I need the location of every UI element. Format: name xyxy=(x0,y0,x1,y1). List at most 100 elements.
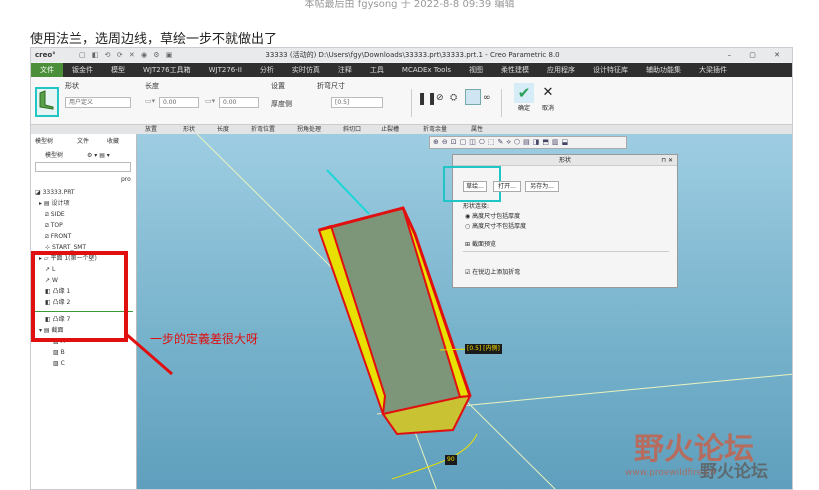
tree-item-design[interactable]: ▸ ▤ 设计项 xyxy=(39,198,70,209)
tree-tab-model[interactable]: 模型树 xyxy=(35,136,53,147)
shape-select[interactable]: 用户定义 xyxy=(65,97,131,108)
menu-model[interactable]: 模型 xyxy=(102,63,134,77)
menu-annotate[interactable]: 注释 xyxy=(329,63,361,77)
bend-dimension-tag: [内侧] xyxy=(483,345,500,352)
shape-label: 形状 xyxy=(65,82,79,90)
menu-mcadex[interactable]: MCADEx Tools xyxy=(393,63,460,77)
menu-live-sim[interactable]: 实时仿真 xyxy=(283,63,329,77)
flange-icon[interactable] xyxy=(35,87,59,117)
open-button[interactable]: 打开... xyxy=(493,181,521,192)
menu-analysis[interactable]: 分析 xyxy=(251,63,283,77)
model-tree-panel: 模型树 文件 收藏 模型树 ⚙ ▾ ▤ ▾ pro ◪ 33333.PRT ▸ … xyxy=(31,134,137,489)
tree-item-start-smt[interactable]: ⊹ START_SMT xyxy=(45,242,86,253)
tree-item-top[interactable]: ⧄ TOP xyxy=(45,220,63,231)
tab-length[interactable]: 长度 xyxy=(217,125,229,134)
menu-feature-lib[interactable]: 设计特征库 xyxy=(584,63,637,77)
tab-bend-allowance[interactable]: 折弯余量 xyxy=(423,125,447,134)
menu-file[interactable]: 文件 xyxy=(31,63,63,77)
tree-item-flange-7[interactable]: ◧ 凸缘 7 xyxy=(45,314,70,325)
length-type-icon-2[interactable]: ▭▾ xyxy=(205,97,215,105)
tree-item-l[interactable]: ↗ L xyxy=(45,264,55,275)
menu-wjt276-ii[interactable]: WJT276-II xyxy=(200,63,251,77)
length-input-2[interactable]: 0.00 xyxy=(219,97,259,108)
section-preview-label: 截面预览 xyxy=(471,241,496,248)
ok-button[interactable]: ✔ 确定 xyxy=(511,83,537,119)
menu-beam-plugin[interactable]: 大梁插件 xyxy=(690,63,736,77)
tab-relief[interactable]: 止裂槽 xyxy=(381,125,399,134)
length-input-1[interactable]: 0.00 xyxy=(159,97,199,108)
menu-applications[interactable]: 应用程序 xyxy=(538,63,584,77)
no-preview-icon[interactable]: ⊘ xyxy=(436,93,444,103)
dialog-close-icon[interactable]: ⊓ ✕ xyxy=(661,155,673,166)
tree-item-sections[interactable]: ▾ ▤ 截面 xyxy=(39,325,64,336)
tab-miter[interactable]: 斜切口 xyxy=(343,125,361,134)
tab-placement[interactable]: 放置 xyxy=(145,125,157,134)
menu-bar: 文件 钣金件 模型 WJT276工具箱 WJT276-II 分析 实时仿真 注释… xyxy=(31,63,792,77)
thickness-side-button[interactable]: 厚度侧 xyxy=(271,99,292,109)
view-toolbar[interactable]: ⊕⊖⊡▢◫⎔⬚✎⟡⬡▤◨⬒▥⬓ xyxy=(429,136,627,149)
tree-column-header: pro xyxy=(121,176,131,183)
menu-wjt276-toolbox[interactable]: WJT276工具箱 xyxy=(134,63,200,77)
cancel-button[interactable]: ✕ 取消 xyxy=(535,83,561,119)
radio-exclude-thickness[interactable]: ○ 高度尺寸不包括厚度 xyxy=(465,221,526,230)
menu-aux-functions[interactable]: 辅助功能集 xyxy=(637,63,690,77)
tree-item-flange-2[interactable]: ◧ 凸缘 2 xyxy=(45,297,70,308)
cancel-x-icon: ✕ xyxy=(542,85,554,100)
tree-item-label: 凸缘 7 xyxy=(52,316,71,323)
menu-tools[interactable]: 工具 xyxy=(361,63,393,77)
tab-bend-position[interactable]: 折弯位置 xyxy=(251,125,275,134)
tree-item-flange-1[interactable]: ◧ 凸缘 1 xyxy=(45,286,70,297)
tree-item-section-c[interactable]: ▨ C xyxy=(53,358,65,369)
window-title: 33333 (活动的) D:\Users\fgy\Downloads\33333… xyxy=(265,51,560,59)
radio-include-thickness[interactable]: ◉ 高度尺寸包括厚度 xyxy=(465,211,520,220)
verify-mode-icon[interactable] xyxy=(465,89,481,105)
sketch-button[interactable]: 草绘... xyxy=(463,181,487,192)
tab-shape[interactable]: 形状 xyxy=(183,125,195,134)
tree-tab-favorites[interactable]: 收藏 xyxy=(107,136,119,147)
save-as-button[interactable]: 另存为... xyxy=(525,181,559,192)
menu-sheetmetal[interactable]: 钣金件 xyxy=(63,63,102,77)
pause-icon[interactable]: ❚❚ xyxy=(417,91,437,105)
ribbon-divider xyxy=(411,89,412,117)
tree-item-wall[interactable]: ▸ ▱ 平面 1(第一个壁) xyxy=(39,253,97,264)
add-bend-checkbox[interactable]: ☑ 在锐边上添加折弯 xyxy=(465,267,520,276)
tree-item-w[interactable]: ↗ W xyxy=(45,275,58,286)
tree-item-section-a[interactable]: ▨ A xyxy=(53,336,65,347)
bend-radius-input[interactable]: [0.5] xyxy=(331,97,383,108)
ribbon: 形状 用户定义 长度 ▭▾ 0.00 ▭▾ 0.00 设置 厚度侧 折弯尺寸 [… xyxy=(31,77,792,125)
tree-item-front[interactable]: ⧄ FRONT xyxy=(45,231,71,242)
tab-properties[interactable]: 属性 xyxy=(471,125,483,134)
setting-label: 设置 xyxy=(271,82,285,90)
tree-settings-icon[interactable]: ⚙ ▾ ▤ ▾ xyxy=(87,150,110,161)
section-preview-toggle[interactable]: ⊞ 截面预览 xyxy=(465,239,496,248)
tree-item-side[interactable]: ⧄ SIDE xyxy=(45,209,65,220)
dialog-title: 形状 xyxy=(453,155,677,166)
tab-corner[interactable]: 拐角处理 xyxy=(297,125,321,134)
datum-plane-line xyxy=(411,423,437,489)
insert-indicator xyxy=(35,311,133,312)
glasses-icon[interactable]: ∞ xyxy=(483,93,491,103)
ribbon-divider-2 xyxy=(501,89,502,117)
tree-tab-file[interactable]: 文件 xyxy=(77,136,89,147)
bend-dimension[interactable]: [0.5] [内侧] xyxy=(465,344,502,354)
window-controls[interactable]: – ▢ ✕ xyxy=(728,48,788,62)
post-text: 使用法兰，选周边线，草绘一步不就做出了 xyxy=(30,32,278,47)
angle-arc xyxy=(391,433,478,480)
tree-item-section-b[interactable]: ▨ B xyxy=(53,347,65,358)
tree-item-label: 凸缘 2 xyxy=(52,299,71,306)
dialog-divider xyxy=(463,251,669,252)
tree-item-label: 截面 xyxy=(51,327,64,334)
menu-view[interactable]: 视图 xyxy=(460,63,492,77)
angle-dimension[interactable]: 90 xyxy=(445,455,457,465)
length-type-icon[interactable]: ▭▾ xyxy=(145,97,155,105)
tree-search-input[interactable] xyxy=(35,162,131,172)
length-label: 长度 xyxy=(145,82,159,90)
annotation-text: 一步的定義差很大呀 xyxy=(150,332,259,346)
tree-item-part[interactable]: ◪ 33333.PRT xyxy=(35,187,75,198)
preview-icon[interactable]: ⛭ xyxy=(450,93,457,103)
menu-flexible[interactable]: 柔性建模 xyxy=(492,63,538,77)
tree-item-label: W xyxy=(51,277,58,284)
ok-check-icon: ✔ xyxy=(514,83,534,103)
tree-item-label: A xyxy=(60,338,65,345)
callout-line xyxy=(326,169,370,215)
